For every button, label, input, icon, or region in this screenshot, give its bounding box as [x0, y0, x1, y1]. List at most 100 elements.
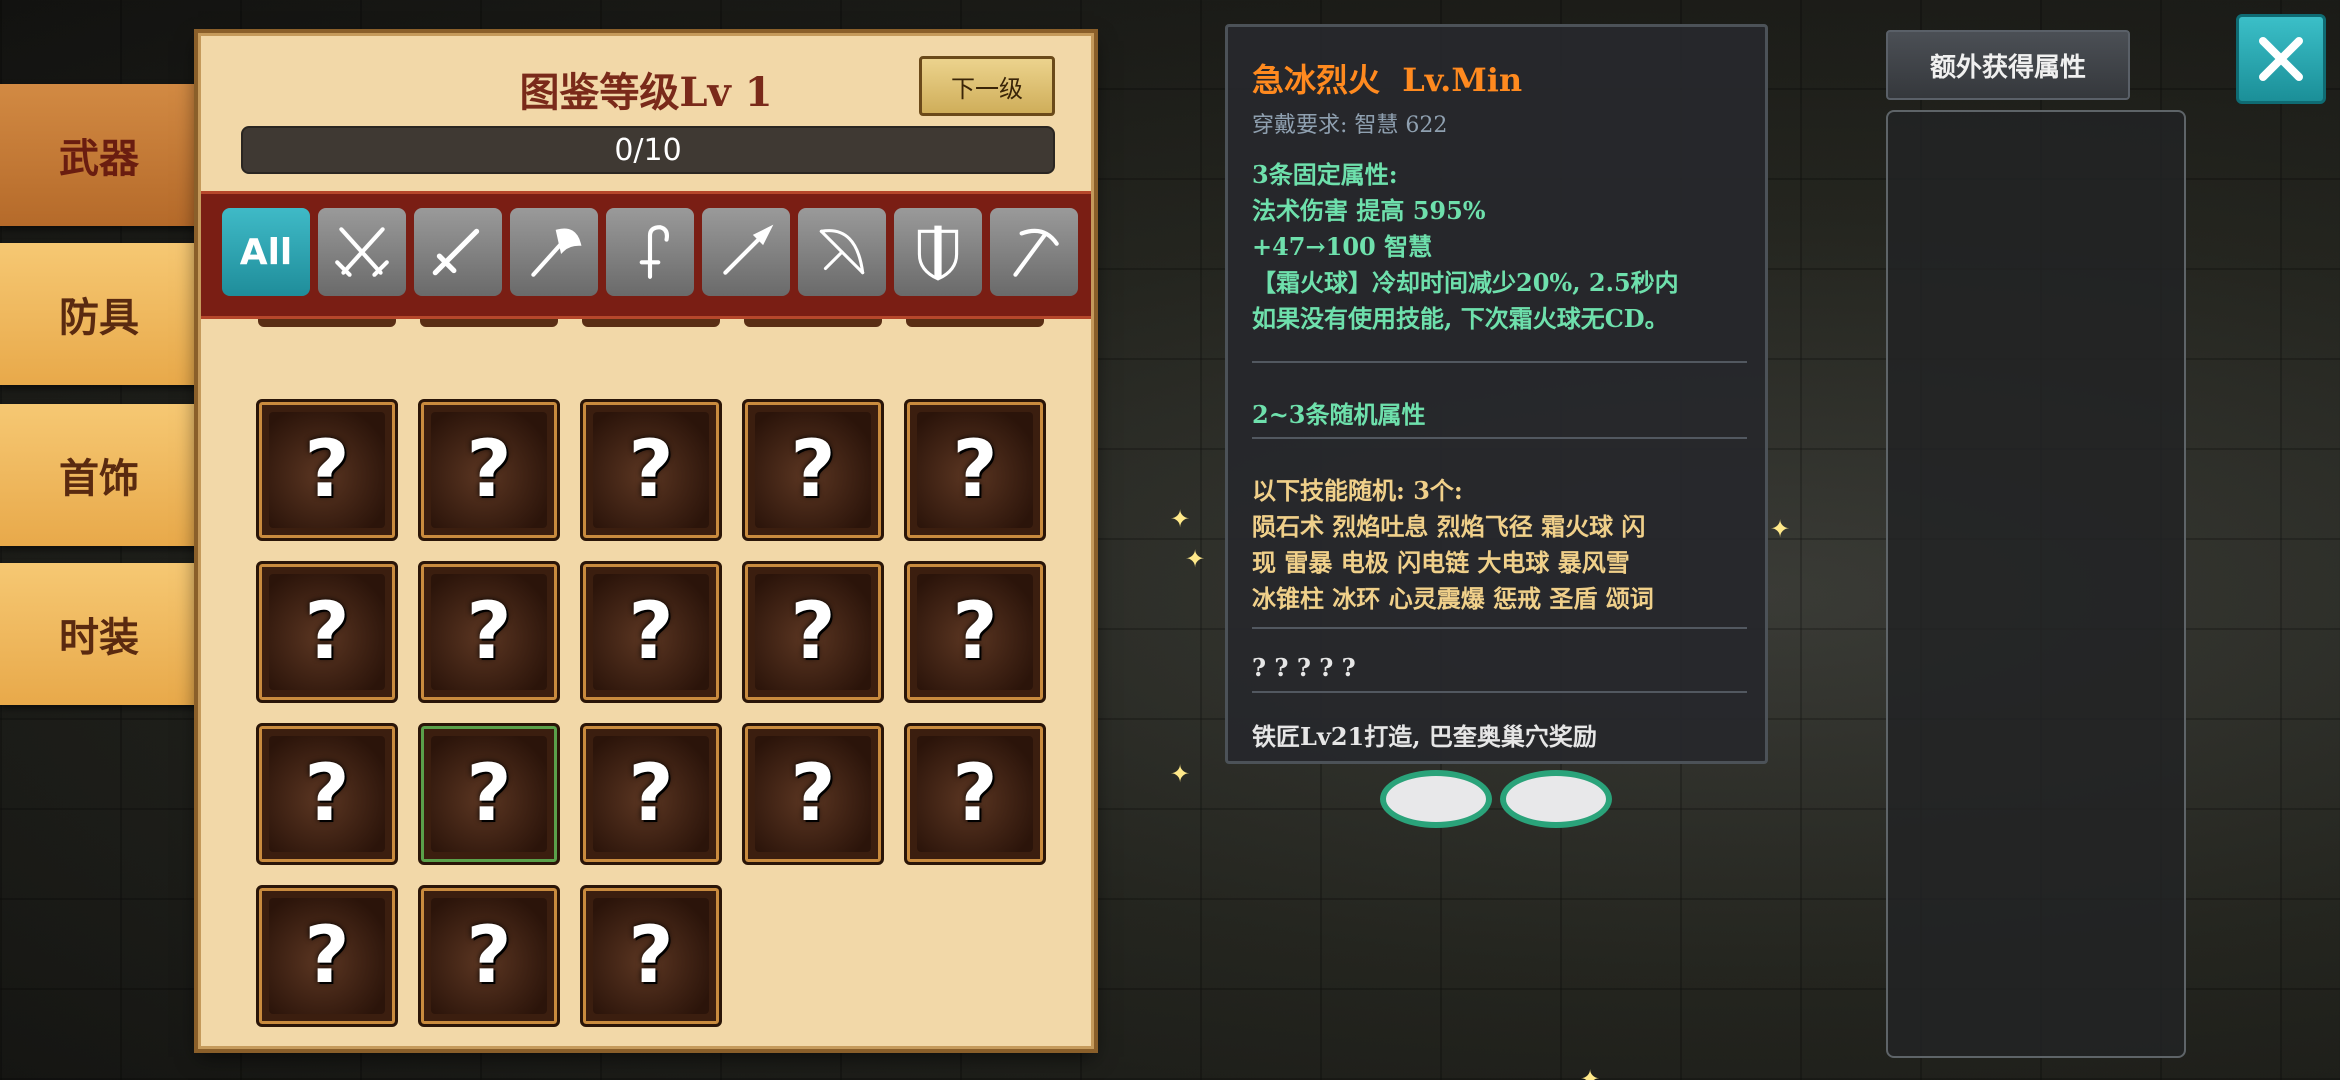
spear-icon	[723, 224, 774, 275]
next-level-button[interactable]: 下一级	[919, 56, 1055, 116]
random-attributes-header: 2~3条随机属性	[1252, 400, 1426, 429]
item-slot[interactable]: ?	[256, 885, 398, 1027]
weapon-filter-bar: All	[201, 191, 1091, 319]
unknown-attributes: ? ? ? ? ?	[1252, 653, 1356, 682]
progress-text: 0/10	[614, 132, 682, 168]
axe-icon	[531, 228, 582, 277]
scythe-icon	[1013, 228, 1059, 277]
fixed-attribute-line: 如果没有使用技能, 下次霜火球无CD。	[1252, 304, 1669, 333]
tooltip-divider	[1252, 627, 1747, 629]
item-slot[interactable]: ?	[418, 885, 560, 1027]
sparkle-icon: ✦	[1580, 1065, 1601, 1080]
item-title: 急冰烈火 Lv.Min	[1252, 55, 1522, 101]
grid-row-stub	[420, 319, 558, 327]
sparkle-icon: ✦	[1170, 760, 1191, 788]
item-slot[interactable]: ?	[904, 399, 1046, 541]
filter-axe[interactable]	[510, 208, 598, 296]
extra-attributes-button[interactable]: 额外获得属性	[1886, 30, 2130, 100]
close-icon	[2259, 37, 2303, 81]
item-slot[interactable]: ?	[256, 561, 398, 703]
item-slot[interactable]: ?	[742, 561, 884, 703]
filter-spear[interactable]	[702, 208, 790, 296]
item-slot[interactable]: ?	[742, 399, 884, 541]
item-slot[interactable]: ?	[418, 399, 560, 541]
filter-shield-sword[interactable]	[894, 208, 982, 296]
tooltip-divider	[1252, 437, 1747, 439]
sword-icon	[432, 228, 480, 276]
tab-armor[interactable]: 防具	[0, 243, 204, 385]
unknown-item-mark: ?	[304, 425, 350, 515]
skills-line: 冰锥柱 冰环 心灵震爆 惩戒 圣盾 颂词	[1252, 584, 1654, 613]
codex-progress-bar: 0/10	[241, 126, 1055, 174]
unknown-item-mark: ?	[790, 425, 836, 515]
unknown-item-mark: ?	[466, 911, 512, 1001]
shield-sword-icon	[917, 225, 959, 281]
item-slot[interactable]: ?	[418, 561, 560, 703]
grid-row-stub	[582, 319, 720, 327]
item-level: Lv.Min	[1402, 61, 1523, 99]
unknown-item-mark: ?	[466, 425, 512, 515]
item-tooltip: 急冰烈火 Lv.Min 穿戴要求: 智慧 622 3条固定属性: 法术伤害 提高…	[1225, 24, 1768, 764]
tooltip-divider	[1252, 691, 1747, 693]
unknown-item-mark: ?	[466, 749, 512, 839]
unknown-item-mark: ?	[790, 587, 836, 677]
item-slot[interactable]: ?	[580, 399, 722, 541]
fixed-attributes-header: 3条固定属性:	[1252, 160, 1398, 189]
filter-all[interactable]: All	[222, 208, 310, 296]
bow-icon	[819, 229, 865, 275]
skills-line: 现 雷暴 电极 闪电链 大电球 暴风雪	[1252, 548, 1630, 577]
close-button[interactable]	[2236, 14, 2326, 104]
tab-weapons[interactable]: 武器	[0, 84, 204, 226]
fixed-attribute-line: 【霜火球】冷却时间减少20%, 2.5秒内	[1252, 268, 1679, 297]
filter-dual-swords[interactable]	[318, 208, 406, 296]
skills-header: 以下技能随机: 3个:	[1252, 476, 1463, 505]
unknown-item-mark: ?	[628, 911, 674, 1001]
fixed-attribute-line: +47→100 智慧	[1252, 232, 1433, 261]
filter-sword[interactable]	[414, 208, 502, 296]
character-left-foot	[1380, 770, 1492, 828]
unknown-item-mark: ?	[790, 749, 836, 839]
filter-scythe[interactable]	[990, 208, 1078, 296]
item-source: 铁匠Lv21打造, 巴奎奥巢穴奖励	[1252, 722, 1597, 751]
unknown-item-mark: ?	[304, 587, 350, 677]
requirement-label: 穿戴要求:	[1252, 113, 1348, 138]
unknown-item-mark: ?	[628, 749, 674, 839]
grid-row-stub	[258, 319, 396, 327]
dual-swords-icon	[335, 227, 389, 277]
item-requirement: 穿戴要求: 智慧 622	[1252, 107, 1447, 139]
filter-hook[interactable]	[606, 208, 694, 296]
item-slot[interactable]: ?	[742, 723, 884, 865]
unknown-item-mark: ?	[952, 587, 998, 677]
requirement-value: 智慧 622	[1354, 113, 1448, 138]
unknown-item-mark: ?	[952, 749, 998, 839]
item-slot[interactable]: ?	[256, 399, 398, 541]
tab-fashion[interactable]: 时装	[0, 563, 204, 705]
sparkle-icon: ✦	[1770, 515, 1791, 543]
item-slot[interactable]: ?	[580, 561, 722, 703]
codex-panel: 图鉴等级Lv 1 下一级 0/10 All ? ? ? ? ? ? ? ? ? …	[198, 33, 1094, 1049]
sparkle-icon: ✦	[1170, 505, 1191, 533]
unknown-item-mark: ?	[952, 425, 998, 515]
unknown-item-mark: ?	[304, 749, 350, 839]
item-slot[interactable]: ?	[580, 885, 722, 1027]
item-slot[interactable]: ?	[904, 723, 1046, 865]
unknown-item-mark: ?	[304, 911, 350, 1001]
item-slot[interactable]: ?	[904, 561, 1046, 703]
fixed-attribute-line: 法术伤害 提高 595%	[1252, 196, 1486, 225]
grid-row-stub	[906, 319, 1044, 327]
tab-accessories[interactable]: 首饰	[0, 404, 204, 546]
unknown-item-mark: ?	[466, 587, 512, 677]
grid-row-stub	[744, 319, 882, 327]
skills-line: 陨石术 烈焰吐息 烈焰飞径 霜火球 闪	[1252, 512, 1646, 541]
item-name: 急冰烈火	[1252, 61, 1381, 99]
tooltip-divider	[1252, 361, 1747, 363]
item-grid: ??????????????????	[201, 319, 1091, 1039]
filter-all-label: All	[239, 231, 293, 273]
item-slot[interactable]: ?	[256, 723, 398, 865]
sparkle-icon: ✦	[1185, 545, 1206, 573]
item-slot[interactable]: ?	[580, 723, 722, 865]
filter-bow[interactable]	[798, 208, 886, 296]
item-slot[interactable]: ?	[418, 723, 560, 865]
unknown-item-mark: ?	[628, 587, 674, 677]
extra-attributes-panel	[1886, 110, 2186, 1058]
